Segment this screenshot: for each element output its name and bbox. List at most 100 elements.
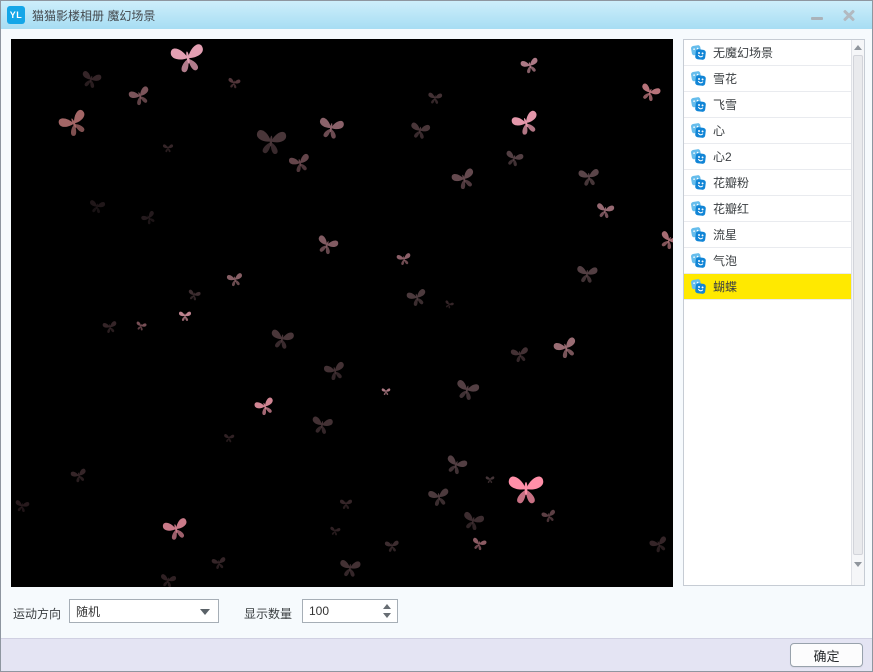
scene-list-item[interactable]: 气泡 — [684, 248, 851, 274]
butterfly — [337, 557, 363, 579]
butterfly — [485, 475, 495, 484]
butterfly — [452, 376, 483, 404]
butterfly — [550, 333, 582, 363]
footer-bar: 确定 — [1, 638, 872, 671]
butterfly — [178, 310, 192, 322]
scene-panel: 无魔幻场景雪花飞雪心心2 花瓣粉花瓣红流星气泡蝴蝶 — [683, 39, 865, 586]
mask-icon — [691, 201, 706, 216]
app-window: YL 猫猫影楼相册 魔幻场景 无魔幻场景 雪花 飞雪心心2 花瓣粉 花瓣红 流星 气泡 蝴蝶 … — [0, 0, 873, 672]
scroll-down-button[interactable] — [852, 558, 864, 571]
minimize-button[interactable] — [804, 5, 830, 25]
butterfly — [253, 125, 289, 157]
count-value: 100 — [309, 604, 330, 618]
scene-list: 无魔幻场景雪花飞雪心心2 花瓣粉花瓣红流星气泡蝴蝶 — [684, 40, 851, 585]
arrow-down-icon — [854, 562, 862, 567]
butterfly — [87, 197, 107, 215]
ok-button[interactable]: 确定 — [790, 643, 863, 667]
butterfly — [78, 67, 104, 91]
app-icon: YL — [7, 6, 25, 24]
butterfly — [425, 485, 452, 509]
butterfly — [469, 535, 488, 553]
mask-icon — [691, 71, 706, 86]
spinner-buttons — [381, 602, 393, 620]
butterfly — [383, 538, 400, 553]
butterfly — [286, 150, 314, 176]
mask-icon — [691, 175, 706, 190]
mask-icon — [691, 97, 706, 112]
butterfly — [655, 227, 673, 254]
arrow-up-icon — [854, 45, 862, 50]
preview-area — [11, 39, 673, 587]
butterfly — [509, 344, 532, 364]
butterfly — [576, 166, 602, 188]
count-input[interactable]: 100 — [302, 599, 398, 623]
butterfly — [636, 79, 663, 104]
scene-list-item[interactable]: 花瓣粉 — [684, 170, 851, 196]
butterfly — [267, 326, 296, 352]
arrow-up-icon — [383, 604, 391, 609]
butterfly — [574, 263, 600, 285]
butterfly — [158, 571, 178, 587]
butterfly — [162, 143, 174, 153]
scrollbar[interactable] — [851, 40, 864, 585]
butterfly — [426, 90, 443, 105]
direction-select[interactable]: 随机 — [69, 599, 219, 623]
butterfly — [186, 287, 203, 302]
butterfly — [251, 393, 278, 418]
scene-item-label: 飞雪 — [713, 98, 738, 112]
butterfly — [502, 147, 526, 169]
butterfly — [226, 76, 242, 90]
arrow-down-icon — [383, 613, 391, 618]
close-icon — [842, 8, 856, 22]
butterfly — [404, 285, 430, 309]
scene-item-label: 气泡 — [713, 254, 738, 268]
titlebar[interactable]: YL 猫猫影楼相册 魔幻场景 — [1, 1, 872, 29]
scene-list-item[interactable]: 飞雪 — [684, 92, 851, 118]
minimize-icon — [811, 16, 823, 20]
direction-value: 随机 — [76, 604, 101, 619]
butterfly — [459, 508, 487, 534]
scrollbar-thumb[interactable] — [853, 55, 863, 555]
mask-icon — [691, 279, 706, 294]
scene-list-item[interactable]: 花瓣红 — [684, 196, 851, 222]
scene-item-label: 花瓣红 — [713, 202, 750, 216]
butterfly — [159, 514, 192, 544]
scene-list-item[interactable]: 蝴蝶 — [684, 274, 851, 300]
count-label: 显示数量 — [244, 607, 293, 621]
mask-icon — [691, 253, 706, 268]
spin-up-button[interactable] — [382, 602, 392, 611]
scene-list-item[interactable]: 心2 — [684, 144, 851, 170]
butterfly — [441, 451, 470, 478]
butterfly — [594, 200, 617, 220]
butterfly — [408, 119, 433, 142]
butterfly — [223, 432, 236, 443]
scene-list-item[interactable]: 流星 — [684, 222, 851, 248]
butterfly — [507, 106, 544, 141]
scroll-up-button[interactable] — [852, 41, 864, 54]
scene-list-item[interactable]: 心 — [684, 118, 851, 144]
spin-down-button[interactable] — [382, 611, 392, 620]
butterfly — [328, 525, 342, 537]
scene-item-label: 流星 — [713, 228, 738, 242]
butterfly — [312, 231, 341, 258]
scene-item-label: 无魔幻场景 — [713, 46, 774, 60]
butterfly — [210, 555, 228, 572]
close-button[interactable] — [836, 5, 862, 25]
butterfly — [321, 358, 349, 384]
mask-icon — [691, 149, 706, 164]
butterfly — [647, 533, 672, 556]
scene-item-label: 心 — [713, 124, 726, 138]
butterfly — [139, 208, 160, 228]
butterfly — [167, 39, 210, 77]
butterfly — [315, 114, 347, 142]
scene-list-item[interactable]: 无魔幻场景 — [684, 40, 851, 66]
butterfly — [68, 465, 89, 484]
butterfly — [518, 54, 542, 76]
butterfly — [506, 472, 546, 506]
butterfly — [225, 270, 245, 288]
butterfly — [308, 413, 335, 437]
window-title: 猫猫影楼相册 魔幻场景 — [32, 8, 156, 23]
mask-icon — [691, 45, 706, 60]
scene-list-item[interactable]: 雪花 — [684, 66, 851, 92]
butterfly — [13, 498, 31, 515]
